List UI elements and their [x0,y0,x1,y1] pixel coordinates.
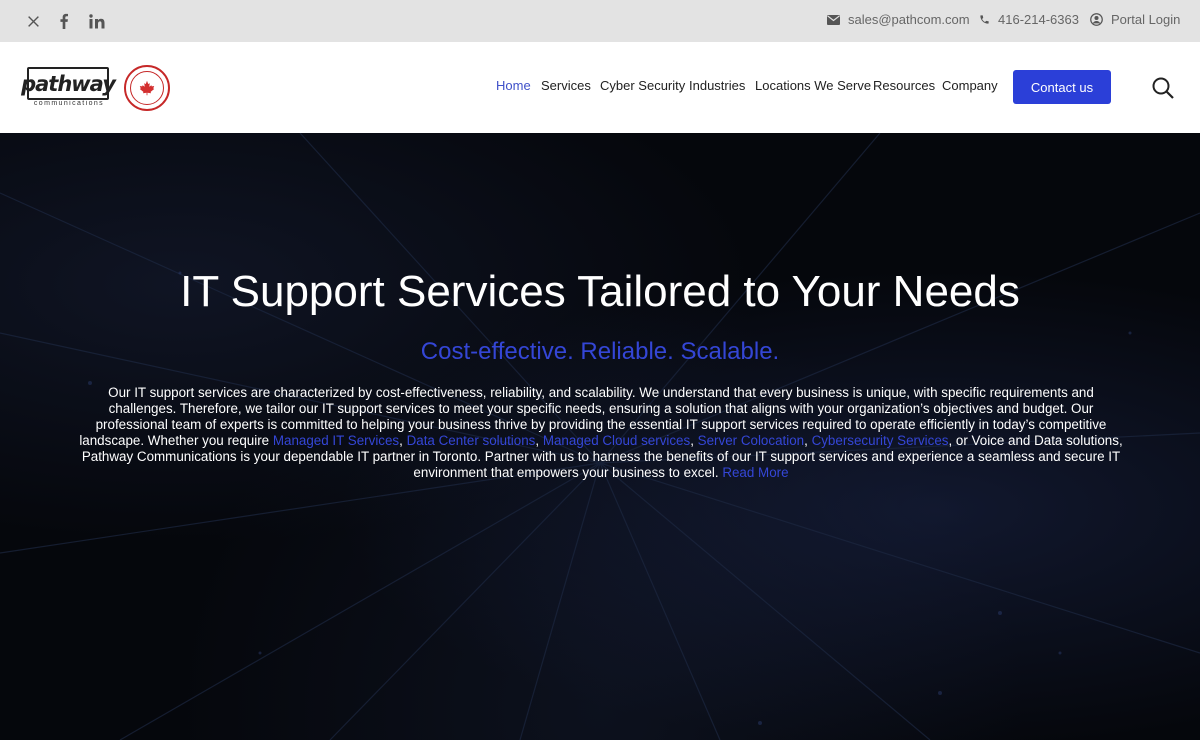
portal-login-link[interactable]: Portal Login [1090,12,1180,27]
hero-title: IT Support Services Tailored to Your Nee… [180,267,1020,316]
email-text: sales@pathcom.com [848,12,970,27]
phone-text: 416-214-6363 [998,12,1079,27]
nav-resources[interactable]: Resources [873,78,935,93]
server-colocation-link[interactable]: Server Colocation [698,433,804,448]
hero-subtitle: Cost-effective. Reliable. Scalable. [420,338,780,365]
top-utility-bar: sales@pathcom.com 416-214-6363 Portal Lo… [0,0,1200,42]
managed-it-services-link[interactable]: Managed IT Services [273,433,399,448]
read-more-link[interactable]: Read More [722,465,788,480]
cybersecurity-services-link[interactable]: Cybersecurity Services [812,433,949,448]
nav-services[interactable]: Services [541,78,591,93]
search-icon[interactable] [1151,76,1175,100]
nav-locations-we-serve[interactable]: Locations We Serve [755,78,871,93]
canadian-badge-icon [124,65,170,111]
hero-section: IT Support Services Tailored to Your Nee… [0,133,1200,740]
user-circle-icon [1090,13,1103,26]
phone-icon [980,15,989,24]
logo-wordmark: pathway [21,67,116,100]
pathway-logo[interactable]: pathway communications [21,67,116,109]
envelope-icon [827,14,840,25]
contact-us-button[interactable]: Contact us [1013,70,1111,104]
phone-link[interactable]: 416-214-6363 [979,12,1079,27]
data-center-solutions-link[interactable]: Data Center solutions [407,433,536,448]
facebook-icon[interactable] [54,11,74,31]
linkedin-icon[interactable] [87,11,107,31]
portal-login-text: Portal Login [1111,12,1181,27]
x-icon[interactable] [23,11,43,31]
main-header: pathway communications Home Services Cyb… [0,42,1200,133]
separator: , [690,433,698,448]
nav-company[interactable]: Company [942,78,998,93]
email-link[interactable]: sales@pathcom.com [827,12,970,27]
logo-subtext: communications [33,100,105,107]
hero-description: Our IT support services are characterize… [76,385,1126,481]
nav-home[interactable]: Home [496,78,531,93]
separator: , [399,433,407,448]
nav-industries[interactable]: Industries [689,78,745,93]
nav-cyber-security[interactable]: Cyber Security [600,78,685,93]
managed-cloud-services-link[interactable]: Managed Cloud services [543,433,690,448]
separator: , [535,433,543,448]
separator: , [804,433,812,448]
